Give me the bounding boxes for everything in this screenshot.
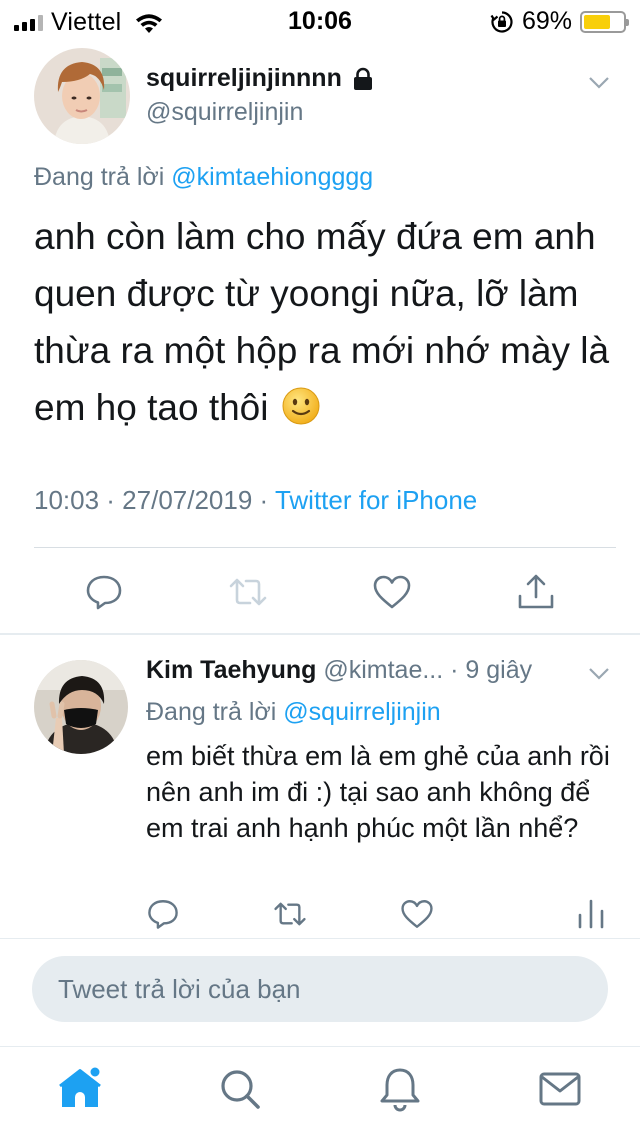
messages-icon[interactable] [536, 1065, 584, 1113]
tweet-timestamp: 10:03 · 27/07/2019 · [34, 485, 269, 515]
reply-avatar[interactable] [34, 660, 128, 754]
status-right: 69% [490, 7, 629, 36]
replying-prefix: Đang trả lời [34, 163, 165, 191]
replying-mention[interactable]: @kimtaehiongggg [171, 163, 373, 191]
reply-avatar-image [34, 660, 128, 754]
battery-icon [580, 10, 629, 33]
reply-replying-prefix: Đang trả lời [146, 698, 277, 726]
tweet-text: anh còn làm cho mấy đứa em anh quen được… [34, 208, 614, 436]
notifications-icon[interactable] [376, 1065, 424, 1113]
tab-bar [0, 1046, 640, 1136]
reply-replying-to: Đang trả lời @squirreljinjin [146, 698, 441, 727]
display-name[interactable]: squirreljinjinnnn [146, 64, 342, 93]
battery-percent: 69% [521, 7, 572, 35]
reply-icon[interactable] [84, 572, 124, 612]
handle[interactable]: @squirreljinjin [146, 98, 303, 127]
tweet-source[interactable]: Twitter for iPhone [275, 485, 477, 515]
reply-tweet-text: em biết thừa em là em ghẻ của anh rồi nê… [146, 741, 610, 843]
divider [34, 547, 616, 548]
slightly-smiling-face-icon [282, 387, 320, 425]
orientation-lock-icon [490, 10, 513, 33]
retweet-icon[interactable] [273, 897, 307, 931]
tweet-actions [0, 572, 640, 618]
reply-header[interactable]: Kim Taehyung @kimtae... · 9 giây [146, 656, 532, 685]
home-icon[interactable] [56, 1065, 104, 1113]
reply-replying-mention[interactable]: @squirreljinjin [283, 698, 440, 726]
reply-handle-time: @kimtae... · 9 giây [323, 656, 533, 684]
analytics-icon[interactable] [574, 897, 608, 931]
reply-actions [0, 897, 640, 937]
tweet-meta: 10:03 · 27/07/2019 · Twitter for iPhone [34, 485, 477, 516]
chevron-down-icon[interactable] [588, 667, 610, 681]
tweet-text-body: anh còn làm cho mấy đứa em anh quen được… [34, 216, 610, 428]
chevron-down-icon[interactable] [588, 76, 610, 90]
battery-fill [584, 14, 611, 29]
reply-icon[interactable] [146, 897, 180, 931]
reply-compose[interactable] [32, 956, 608, 1022]
avatar[interactable] [34, 48, 130, 144]
reply-display-name[interactable]: Kim Taehyung [146, 656, 316, 684]
search-icon[interactable] [216, 1065, 264, 1113]
section-divider [0, 938, 640, 939]
share-icon[interactable] [516, 572, 556, 612]
avatar-image [34, 48, 130, 144]
status-bar: Viettel 10:06 69% [0, 0, 640, 40]
replying-to: Đang trả lời @kimtaehiongggg [34, 163, 373, 192]
lock-icon [353, 67, 372, 90]
reply-input[interactable] [32, 956, 608, 1022]
retweet-icon[interactable] [228, 572, 268, 612]
section-divider [0, 633, 640, 635]
like-icon[interactable] [372, 572, 412, 612]
display-name-row[interactable]: squirreljinjinnnn [146, 64, 374, 93]
like-icon[interactable] [400, 897, 434, 931]
